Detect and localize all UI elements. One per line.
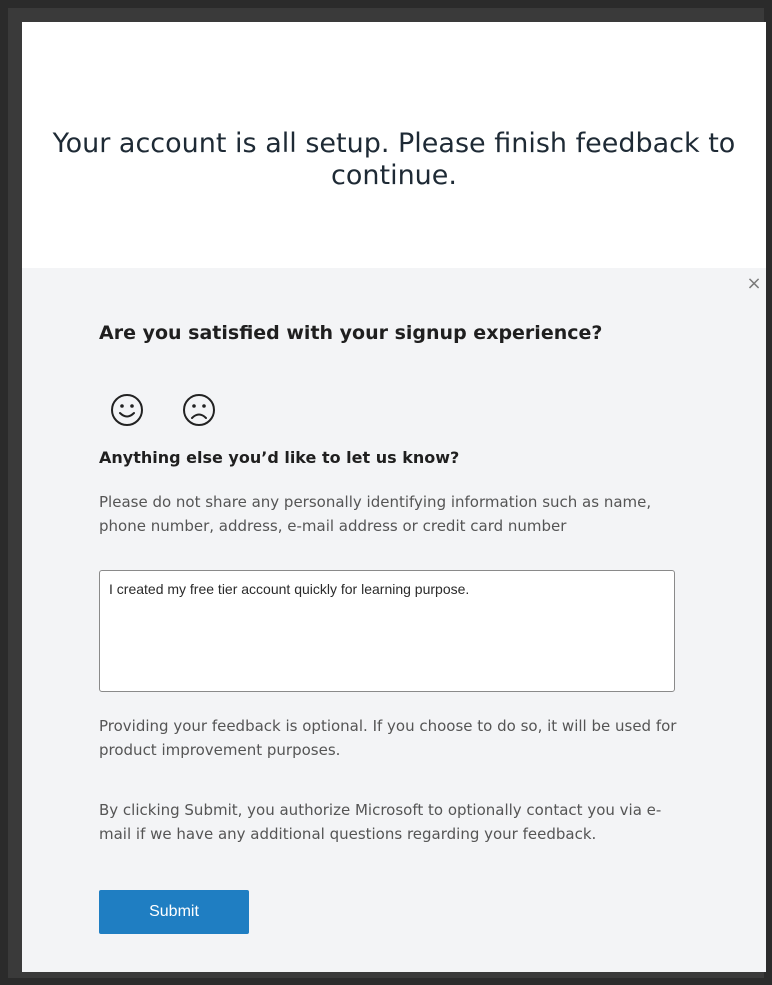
banner: Your account is all setup. Please finish… bbox=[22, 22, 766, 268]
submit-button[interactable]: Submit bbox=[99, 890, 249, 934]
sad-face-icon[interactable] bbox=[181, 392, 217, 428]
privacy-note: Please do not share any personally ident… bbox=[99, 493, 652, 535]
optional-note: Providing your feedback is optional. If … bbox=[99, 717, 677, 759]
banner-title: Your account is all setup. Please finish… bbox=[52, 128, 736, 191]
authorization-note: By clicking Submit, you authorize Micros… bbox=[99, 801, 662, 843]
additional-feedback-question: Anything else you’d like to let us know? bbox=[99, 448, 460, 467]
feedback-input[interactable]: I created my free tier account quickly f… bbox=[99, 570, 675, 692]
satisfaction-question: Are you satisfied with your signup exper… bbox=[99, 322, 603, 344]
feedback-window: Your account is all setup. Please finish… bbox=[22, 22, 766, 972]
smiley-face-icon[interactable] bbox=[109, 392, 145, 428]
close-icon[interactable]: × bbox=[744, 274, 764, 294]
